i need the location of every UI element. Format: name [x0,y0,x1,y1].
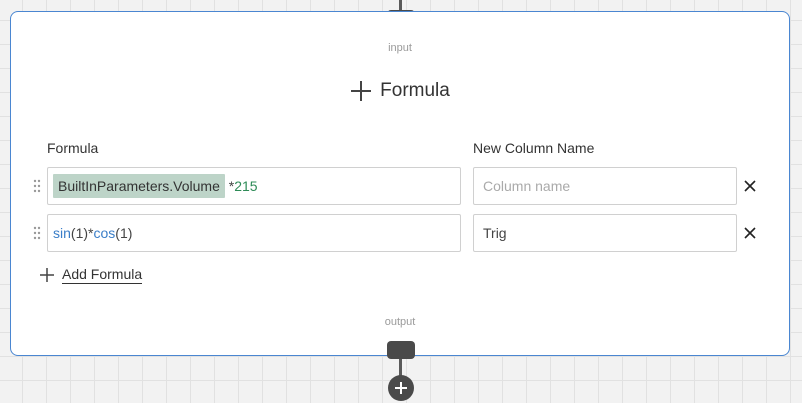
plus-icon [395,382,407,394]
input-wire [399,0,402,10]
node-title-text: Formula [380,80,450,101]
column-name-input[interactable] [473,167,737,205]
input-port-label: input [388,42,412,54]
output-port[interactable] [387,341,415,359]
column-name-input[interactable] [473,214,737,252]
formula-node: input Formula Formula New Column Name Bu… [10,11,790,356]
formula-function: cos [93,225,116,241]
add-node-button[interactable] [388,375,414,401]
formula-argument: (1) [70,225,89,241]
drag-handle-icon[interactable] [33,179,41,193]
formula-row: sin (1) * cos (1) [11,214,789,252]
formula-number: 215 [234,178,258,194]
output-port-label: output [384,316,416,328]
formula-row: BuiltInParameters.Volume * 215 [11,167,789,205]
drag-handle-icon[interactable] [33,226,41,240]
node-title: Formula [11,80,789,102]
plus-icon [40,268,54,282]
formula-input[interactable]: BuiltInParameters.Volume * 215 [47,167,461,205]
formula-function: sin [53,225,71,241]
plus-icon [351,81,372,101]
formula-input[interactable]: sin (1) * cos (1) [47,214,461,252]
close-icon[interactable] [743,179,757,193]
close-icon[interactable] [743,226,757,240]
new-column-header: New Column Name [473,140,595,156]
formula-operator: * [224,178,235,194]
add-formula-label: Add Formula [62,266,143,284]
formula-column-header: Formula [47,140,99,156]
formula-argument: (1) [115,225,133,241]
add-formula-button[interactable]: Add Formula [39,266,143,284]
parameter-chip[interactable]: BuiltInParameters.Volume [53,174,225,198]
